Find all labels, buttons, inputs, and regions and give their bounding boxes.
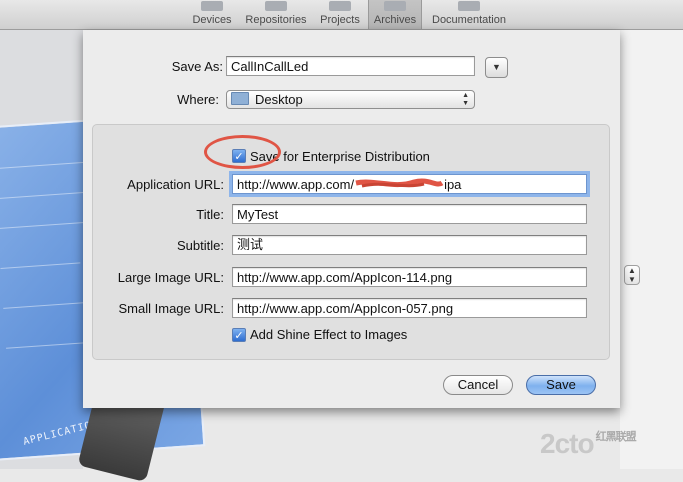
site-watermark: 2cto 红黑联盟	[540, 428, 637, 459]
subtitle-label: Subtitle:	[177, 238, 224, 253]
save-as-input[interactable]: CallInCallLed	[226, 56, 475, 76]
where-label: Where:	[177, 92, 219, 107]
small-image-url-input[interactable]: http://www.app.com/AppIcon-057.png	[232, 298, 587, 318]
where-value: Desktop	[255, 92, 303, 107]
background-content	[620, 30, 683, 469]
popup-arrows-icon: ▲ ▼	[462, 92, 469, 107]
folder-icon	[231, 92, 249, 105]
chevron-down-icon: ▼	[492, 62, 501, 72]
application-url-input[interactable]: http://www.app.com/ipa	[232, 174, 587, 194]
enterprise-options-group: ✓ Save for Enterprise Distribution Appli…	[92, 124, 610, 360]
devices-icon	[201, 1, 223, 11]
large-image-url-input[interactable]: http://www.app.com/AppIcon-114.png	[232, 267, 587, 287]
cancel-button[interactable]: Cancel	[443, 375, 513, 395]
window-toolbar: Devices Repositories Projects Archives D…	[0, 0, 683, 30]
shine-effect-label: Add Shine Effect to Images	[250, 327, 408, 342]
subtitle-input[interactable]: 测试	[232, 235, 587, 255]
expand-disclosure-button[interactable]: ▼	[485, 57, 508, 78]
archives-icon	[384, 1, 406, 11]
shine-effect-checkbox[interactable]: ✓	[232, 328, 246, 342]
documentation-icon	[458, 1, 480, 11]
toolbar-tab-archives[interactable]: Archives	[368, 0, 422, 29]
save-button[interactable]: Save	[526, 375, 596, 395]
repositories-icon	[265, 1, 287, 11]
toolbar-tab-projects[interactable]: Projects	[316, 0, 364, 29]
background-popup-arrows[interactable]: ▲ ▼	[624, 265, 640, 285]
toolbar-tab-documentation[interactable]: Documentation	[425, 0, 513, 29]
small-image-url-label: Small Image URL:	[118, 301, 224, 316]
save-sheet: Save As: CallInCallLed ▼ Where: Desktop …	[83, 30, 620, 408]
where-popup[interactable]: Desktop ▲ ▼	[226, 90, 475, 109]
redacted-scribble	[354, 178, 444, 191]
title-label: Title:	[196, 207, 224, 222]
save-as-label: Save As:	[171, 59, 223, 74]
large-image-url-label: Large Image URL:	[117, 270, 224, 285]
toolbar-tab-devices[interactable]: Devices	[188, 0, 236, 29]
annotation-circle	[204, 135, 281, 169]
projects-icon	[329, 1, 351, 11]
toolbar-tab-repositories[interactable]: Repositories	[240, 0, 312, 29]
application-url-label: Application URL:	[127, 177, 224, 192]
title-input[interactable]: MyTest	[232, 204, 587, 224]
